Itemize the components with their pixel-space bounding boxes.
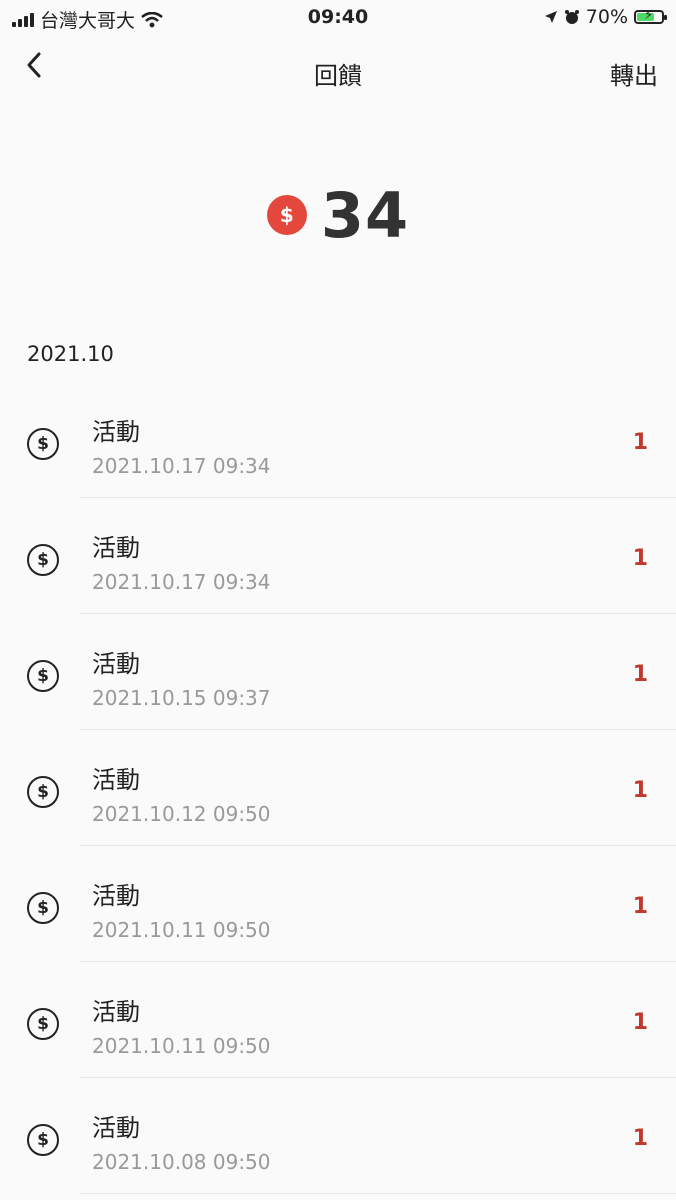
dollar-coin-icon: $ [27, 544, 59, 576]
transfer-out-button[interactable]: 轉出 [610, 56, 658, 91]
transaction-time: 2021.10.15 09:37 [92, 686, 271, 710]
transaction-time: 2021.10.11 09:50 [92, 918, 271, 942]
transaction-title: 活動 [92, 882, 140, 910]
transaction-amount: 1 [632, 546, 648, 571]
transaction-title: 活動 [92, 1114, 140, 1142]
list-item[interactable]: $ 活動 2021.10.11 09:50 1 [0, 962, 676, 1078]
transaction-amount: 1 [632, 662, 648, 687]
transaction-title: 活動 [92, 650, 140, 678]
transaction-time: 2021.10.17 09:34 [92, 570, 271, 594]
transaction-title: 活動 [92, 418, 140, 446]
transaction-amount: 1 [632, 778, 648, 803]
transaction-title: 活動 [92, 534, 140, 562]
transaction-amount: 1 [632, 1126, 648, 1151]
page-title: 回饋 [314, 62, 362, 90]
transaction-amount: 1 [632, 430, 648, 455]
transaction-title: 活動 [92, 998, 140, 1026]
list-item[interactable]: $ 活動 2021.10.17 09:34 1 [0, 498, 676, 614]
list-item[interactable]: $ 活動 2021.10.08 09:50 1 [0, 1078, 676, 1194]
dollar-coin-icon: $ [27, 1124, 59, 1156]
charging-bolt-icon: ⚡ [644, 8, 654, 23]
transaction-time: 2021.10.11 09:50 [92, 1034, 271, 1058]
transaction-time: 2021.10.12 09:50 [92, 802, 271, 826]
status-bar: 台灣大哥大 09:40 70% ⚡ [0, 0, 676, 34]
list-item[interactable]: $ 活動 2021.10.15 09:37 1 [0, 614, 676, 730]
dollar-coin-icon: $ [27, 776, 59, 808]
transaction-title: 活動 [92, 766, 140, 794]
list-item[interactable]: $ 活動 2021.10.11 09:50 1 [0, 846, 676, 962]
balance-value: 34 [320, 178, 410, 252]
dollar-coin-icon: $ [27, 660, 59, 692]
dollar-coin-icon: $ [27, 892, 59, 924]
coin-icon: $ [266, 195, 307, 235]
transaction-time: 2021.10.08 09:50 [92, 1150, 271, 1174]
dollar-coin-icon: $ [27, 428, 59, 460]
alarm-icon [564, 10, 579, 24]
month-header: 2021.10 [27, 342, 114, 366]
transaction-amount: 1 [632, 1010, 648, 1035]
transaction-amount: 1 [632, 894, 648, 919]
location-arrow-icon [544, 11, 557, 23]
battery-icon: ⚡ [634, 8, 667, 24]
battery-percent: 70% [585, 6, 628, 28]
transaction-list: $ 活動 2021.10.17 09:34 1 $ 活動 2021.10.17 09:34 1… [0, 382, 676, 1194]
list-item[interactable]: $ 活動 2021.10.12 09:50 1 [0, 730, 676, 846]
divider [80, 1193, 676, 1194]
dollar-coin-icon: $ [27, 1008, 59, 1040]
nav-bar: 回饋 轉出 [0, 38, 676, 104]
list-item[interactable]: $ 活動 2021.10.17 09:34 1 [0, 382, 676, 498]
balance-summary: $ 34 [0, 172, 676, 258]
status-right: 70% ⚡ [544, 6, 667, 28]
transaction-time: 2021.10.17 09:34 [92, 454, 271, 478]
